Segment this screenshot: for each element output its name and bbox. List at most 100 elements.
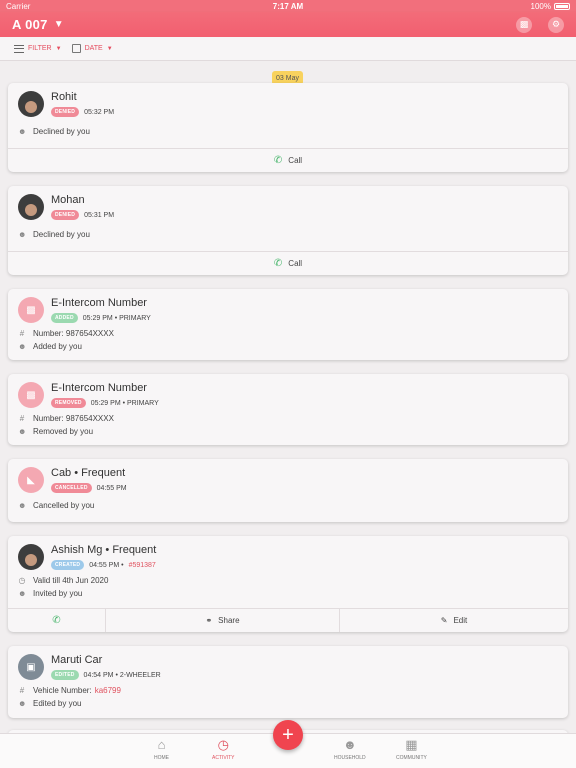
avatar: ▩ [18, 297, 44, 323]
card-time: 04:55 PM • [89, 561, 124, 569]
date-button[interactable]: DATE ▼ [71, 44, 113, 53]
vehicle-number: ka6799 [94, 686, 121, 695]
user-icon: ☻ [18, 589, 27, 598]
app-header: A 007 ▼ ▩ ⚙ [0, 12, 576, 37]
status-badge: ADDED [51, 313, 78, 323]
intercom-icon[interactable]: ▩ [516, 16, 532, 33]
edit-button[interactable]: ✎ Edit [339, 609, 568, 632]
edit-label: Edit [453, 616, 468, 625]
intercom-icon: ▩ [26, 304, 36, 316]
activity-card[interactable]: Ashish Mg • Frequent CREATED 04:55 PM • #5… [8, 536, 568, 632]
card-title: Rohit [51, 91, 77, 103]
share-icon: ⚭ [205, 616, 213, 625]
add-button[interactable]: + [273, 720, 303, 750]
clock-icon: ◷ [18, 576, 26, 585]
avatar [18, 194, 44, 220]
cab-icon: ◣ [27, 474, 35, 486]
card-time: 05:29 PM • PRIMARY [82, 314, 151, 322]
phone-icon: ✆ [273, 155, 283, 166]
avatar: ▩ [18, 382, 44, 408]
home-icon: ⌂ [157, 737, 166, 752]
nav-household[interactable]: ☻ HOUSEHOLD [334, 738, 366, 762]
avatar [18, 91, 44, 117]
settings-icon[interactable]: ⚙ [548, 16, 564, 33]
call-label: Call [288, 156, 303, 165]
phone-icon: ✆ [273, 258, 283, 269]
clock-icon: ◷ [217, 737, 229, 752]
activity-card[interactable]: ▩ E-Intercom Number REMOVED 05:29 PM • PR… [8, 374, 568, 445]
card-time: 04:55 PM [96, 484, 127, 492]
activity-card[interactable]: ▩ E-Intercom Number ADDED 05:29 PM • PRIM… [8, 289, 568, 360]
card-title: Ashish Mg • Frequent [51, 544, 157, 556]
flat-selector-label[interactable]: A 007 [12, 17, 48, 32]
pencil-icon: ✎ [440, 616, 448, 625]
invite-code: #591387 [128, 561, 156, 569]
status-badge: DENIED [51, 107, 80, 117]
activity-card[interactable]: ▣ Maruti Car EDITED 04:54 PM • 2-WHEELER … [8, 646, 568, 718]
card-detail: Declined by you [33, 230, 90, 239]
activity-card[interactable]: Mohan DENIED 05:31 PM ☻ Declined by you ✆ C… [8, 186, 568, 275]
share-button[interactable]: ⚭ Share [105, 609, 339, 632]
vehicle-number-label: Vehicle Number: [33, 686, 92, 695]
user-icon: ☻ [18, 427, 27, 436]
date-label: DATE [84, 45, 103, 52]
caret-down-icon: ▼ [106, 45, 113, 52]
chevron-down-icon[interactable]: ▼ [54, 19, 64, 30]
nav-community[interactable]: ▦ COMMUNITY [396, 737, 427, 762]
status-badge: CREATED [51, 560, 85, 570]
nav-home[interactable]: ⌂ HOME [154, 737, 169, 762]
nav-activity[interactable]: ◷ ACTIVITY [212, 737, 235, 762]
user-icon: ☻ [18, 501, 27, 510]
card-detail: Edited by you [33, 699, 82, 708]
filter-button[interactable]: FILTER ▼ [14, 44, 62, 53]
call-button[interactable]: ✆ [8, 609, 105, 632]
activity-card[interactable]: Rohit DENIED 05:32 PM ☻ Declined by you ✆ C… [8, 83, 568, 172]
status-badge: EDITED [51, 670, 79, 680]
status-badge: DENIED [51, 210, 80, 220]
card-detail: Number: 987654XXXX [33, 414, 114, 423]
nav-household-label: HOUSEHOLD [334, 755, 366, 761]
card-detail: Removed by you [33, 427, 94, 436]
card-time: 05:32 PM [84, 108, 115, 116]
filter-bar: FILTER ▼ DATE ▼ [0, 37, 576, 61]
activity-feed[interactable]: 03 May Rohit DENIED 05:32 PM ☻ Declined by… [0, 61, 576, 733]
hash-icon: # [19, 686, 25, 695]
car-icon: ▣ [26, 661, 36, 673]
card-title: E-Intercom Number [51, 382, 147, 394]
user-icon: ☻ [18, 127, 27, 136]
card-detail: Added by you [33, 342, 82, 351]
user-icon: ☻ [18, 699, 27, 708]
avatar: ▣ [18, 654, 44, 680]
sliders-icon [14, 44, 24, 53]
card-detail: Number: 987654XXXX [33, 329, 114, 338]
status-bar: Carrier 7:17 AM 100% [0, 0, 576, 12]
battery-icon [554, 2, 570, 10]
nav-community-label: COMMUNITY [396, 755, 427, 761]
avatar: ◣ [18, 467, 44, 493]
phone-icon: ✆ [52, 615, 61, 626]
card-time: 05:31 PM [84, 211, 115, 219]
card-detail: Valid till 4th Jun 2020 [33, 576, 109, 585]
status-badge: CANCELLED [51, 483, 92, 493]
card-detail: Declined by you [33, 127, 90, 136]
user-icon: ☻ [18, 342, 27, 351]
card-title: Maruti Car [51, 654, 103, 666]
user-icon: ☻ [18, 230, 27, 239]
card-title: Mohan [51, 194, 85, 206]
call-button[interactable]: ✆ Call [8, 149, 568, 172]
card-title: Cab • Frequent [51, 467, 126, 479]
call-button[interactable]: ✆ Call [8, 252, 568, 275]
intercom-icon: ▩ [26, 389, 36, 401]
building-icon: ▦ [405, 737, 418, 752]
activity-card[interactable]: ◣ Cab • Frequent CANCELLED 04:55 PM ☻ Canc… [8, 459, 568, 522]
filter-label: FILTER [28, 45, 52, 52]
calendar-icon [71, 44, 81, 53]
status-badge: REMOVED [51, 398, 86, 408]
share-label: Share [218, 616, 240, 625]
hash-icon: # [19, 414, 25, 423]
avatar [18, 544, 44, 570]
card-time: 05:29 PM • PRIMARY [90, 399, 159, 407]
card-time: 04:54 PM • 2-WHEELER [83, 671, 161, 679]
hash-icon: # [19, 329, 25, 338]
card-title: E-Intercom Number [51, 297, 147, 309]
